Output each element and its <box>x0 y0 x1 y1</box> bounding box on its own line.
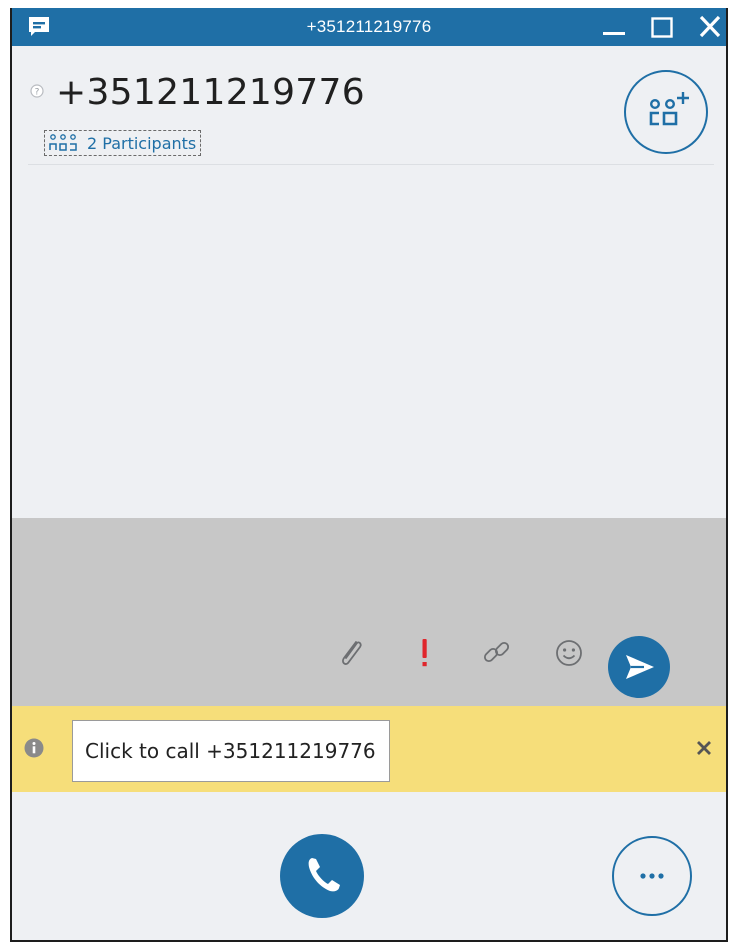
send-button[interactable] <box>608 636 670 698</box>
header-divider <box>28 164 714 165</box>
svg-text:?: ? <box>35 88 40 98</box>
info-icon <box>24 738 44 758</box>
dismiss-icon[interactable] <box>694 738 714 758</box>
emoticon-icon[interactable] <box>552 636 586 670</box>
call-button[interactable] <box>280 834 364 918</box>
conversation-window: +351211219776 ? +351211219776 2 Particip… <box>10 8 728 942</box>
phone-icon <box>280 834 364 918</box>
add-people-icon <box>626 72 706 152</box>
close-button[interactable] <box>696 14 724 40</box>
conversation-history[interactable] <box>12 172 726 518</box>
link-icon[interactable] <box>480 636 514 670</box>
click-to-call-link[interactable]: Click to call +351211219776 <box>72 720 390 782</box>
maximize-button[interactable] <box>648 14 676 40</box>
conversation-header: ? +351211219776 2 Participants <box>12 46 726 172</box>
minimize-button[interactable] <box>600 14 628 40</box>
add-people-button[interactable] <box>624 70 708 154</box>
more-options-icon <box>614 838 690 914</box>
more-options-button[interactable] <box>612 836 692 916</box>
participants-label: 2 Participants <box>87 133 197 153</box>
unknown-presence-icon: ? <box>30 84 44 98</box>
contact-name: +351211219776 <box>56 72 365 113</box>
call-controls-bar <box>12 792 726 940</box>
high-importance-icon[interactable] <box>408 636 442 670</box>
call-suggestion-bar: Click to call +351211219776 <box>12 706 726 792</box>
participants-button[interactable]: 2 Participants <box>44 130 202 156</box>
message-compose-area[interactable] <box>12 518 726 706</box>
attach-file-icon[interactable] <box>334 636 368 670</box>
participants-icon <box>49 133 81 153</box>
title-bar[interactable]: +351211219776 <box>12 8 726 46</box>
send-icon <box>608 636 670 698</box>
